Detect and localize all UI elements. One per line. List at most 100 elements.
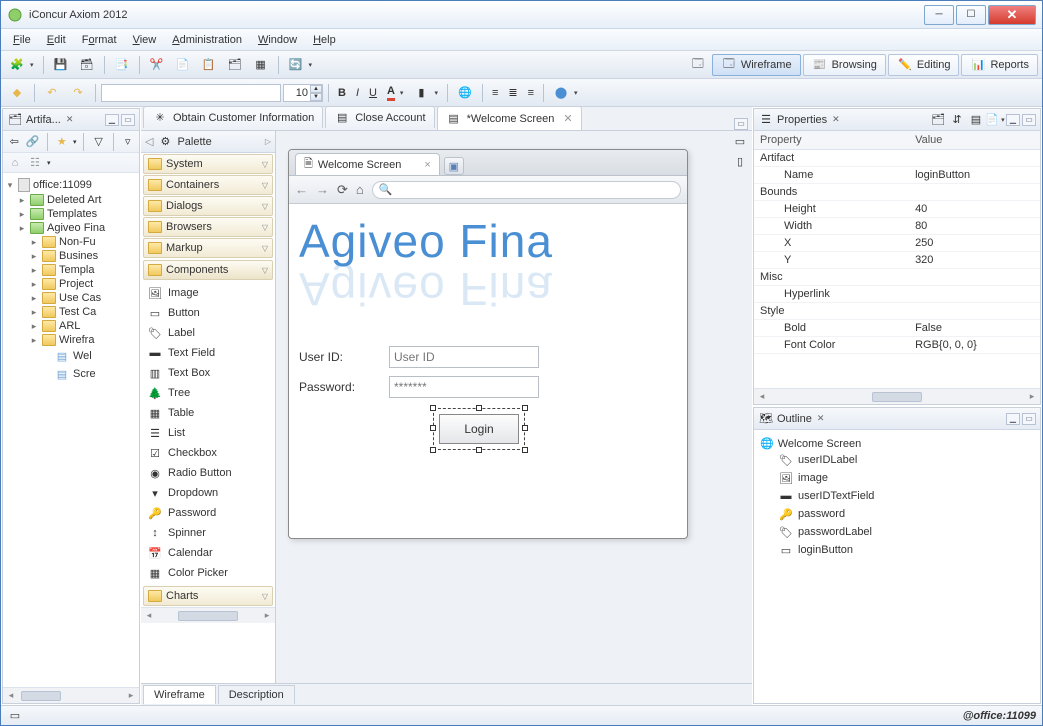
property-row[interactable]: Height40 [754, 201, 1040, 218]
bold-button[interactable]: B [334, 84, 350, 102]
menu-file[interactable]: File [5, 31, 39, 49]
menu-icon[interactable]: ▿ [121, 134, 135, 150]
tab-wireframe[interactable]: Wireframe [143, 685, 216, 704]
prop-tool-a[interactable]: 🗂 [930, 112, 946, 128]
palette-menu[interactable]: ▷ [265, 137, 271, 146]
underline-button[interactable]: U [365, 84, 381, 102]
cut-button[interactable]: ✂️ [145, 54, 169, 76]
nav-back-icon[interactable]: ← [295, 182, 308, 197]
palette-item[interactable]: ☑Checkbox [145, 443, 271, 463]
props-scrollbar[interactable]: ◂▸ [754, 388, 1040, 404]
undo-button[interactable]: ↶ [40, 82, 64, 104]
font-size-down[interactable]: ▼ [310, 93, 322, 101]
refresh-button[interactable]: 🔄 [284, 54, 317, 76]
palette-item[interactable]: ▾Dropdown [145, 483, 271, 503]
property-row[interactable]: NameloginButton [754, 167, 1040, 184]
outline-node[interactable]: 🏷userIDLabel [778, 451, 1034, 469]
align-right-button[interactable]: ≡ [524, 84, 538, 102]
palette-item[interactable]: 🏷Label [145, 323, 271, 343]
property-row[interactable]: Artifact [754, 150, 1040, 167]
prop-tool-d[interactable]: 📄 [987, 112, 1003, 128]
password-field[interactable] [389, 376, 539, 398]
palette-item[interactable]: ↕Spinner [145, 523, 271, 543]
property-row[interactable]: Bounds [754, 184, 1040, 201]
home-icon[interactable]: ⌂ [7, 155, 23, 171]
palette-cat-components[interactable]: Components▽ [143, 260, 273, 280]
tree-node[interactable]: ▸Busines [5, 249, 137, 263]
palette-cat[interactable]: Browsers▽ [143, 217, 273, 237]
font-color-button[interactable]: A [383, 82, 407, 104]
palette-item[interactable]: ▭Button [145, 303, 271, 323]
property-row[interactable]: Font ColorRGB{0, 0, 0} [754, 337, 1040, 354]
palette-item[interactable]: 🖼Image [145, 283, 271, 303]
palette-item[interactable]: ◉Radio Button [145, 463, 271, 483]
artifacts-close[interactable]: ✕ [66, 114, 74, 125]
artifact-tree[interactable]: ▾office:11099 ▸Deleted Art▸Templates▸Agi… [3, 173, 139, 687]
palette-cat[interactable]: Containers▽ [143, 175, 273, 195]
outline-node[interactable]: ▬userIDTextField [778, 487, 1034, 505]
menu-view[interactable]: View [125, 31, 165, 49]
canvas[interactable]: ▭ ▯ 🗎 Welcome Screen × ▣ ← → ⟳ ⌂ 🔍 Agive… [276, 131, 752, 683]
nav-home-icon[interactable]: ⌂ [356, 182, 364, 197]
maximize-button[interactable]: ☐ [956, 5, 986, 25]
paste-button[interactable]: 📋 [197, 54, 221, 76]
menu-edit[interactable]: Edit [39, 31, 74, 49]
outline-node[interactable]: ▭loginButton [778, 541, 1034, 559]
palette-cat[interactable]: System▽ [143, 154, 273, 174]
mode-editing[interactable]: ✏️Editing [888, 54, 960, 76]
mode-reports[interactable]: 📊Reports [961, 54, 1038, 76]
tree-node[interactable]: ▸Agiveo Fina [5, 221, 137, 235]
tab-description[interactable]: Description [218, 685, 295, 704]
mockup-tab-close[interactable]: × [424, 159, 430, 171]
tree-node[interactable]: ▤Scre [5, 365, 137, 383]
editor-min[interactable]: ▭ [734, 118, 748, 130]
menu-format[interactable]: Format [74, 31, 125, 49]
menu-window[interactable]: Window [250, 31, 305, 49]
property-row[interactable]: X250 [754, 235, 1040, 252]
property-row[interactable]: BoldFalse [754, 320, 1040, 337]
nav-back-icon[interactable]: ⇦ [7, 134, 21, 150]
tree-node[interactable]: ▸Test Ca [5, 305, 137, 319]
tree-node[interactable]: ▸Deleted Art [5, 193, 137, 207]
highlight-button[interactable]: ▮ [409, 82, 442, 104]
minimize-button[interactable]: ─ [924, 5, 954, 25]
palette-item[interactable]: ▦Table [145, 403, 271, 423]
grid-button[interactable]: ▦ [249, 54, 273, 76]
redo-button[interactable]: ↷ [66, 82, 90, 104]
tree-scrollbar[interactable]: ◂▸ [3, 687, 139, 703]
stack-button[interactable]: 🗂 [223, 54, 247, 76]
save-button[interactable]: 💾 [49, 54, 73, 76]
canvas-tool-a[interactable]: ▭ [732, 133, 748, 149]
link-button[interactable]: 🌐 [453, 82, 477, 104]
property-row[interactable]: Style [754, 303, 1040, 320]
prop-tool-b[interactable]: ⇵ [949, 112, 965, 128]
italic-button[interactable]: I [352, 84, 363, 102]
close-button[interactable]: ✕ [988, 5, 1036, 25]
menu-administration[interactable]: Administration [164, 31, 250, 49]
mode-wireframe[interactable]: 🗔Wireframe [712, 54, 801, 76]
nav-reload-icon[interactable]: ⟳ [337, 182, 348, 198]
tree-node[interactable]: ▤Wel [5, 347, 137, 365]
user-id-field[interactable] [389, 346, 539, 368]
palette-scrollbar[interactable]: ◂▸ [141, 607, 275, 623]
palette-item[interactable]: ▥Text Box [145, 363, 271, 383]
palette-item[interactable]: ▦Color Picker [145, 563, 271, 583]
canvas-tool-b[interactable]: ▯ [732, 153, 748, 169]
palette-item[interactable]: 🌲Tree [145, 383, 271, 403]
mockup-tab[interactable]: 🗎 Welcome Screen × [295, 153, 440, 175]
editor-tab[interactable]: ▤Close Account [325, 106, 434, 128]
properties-close[interactable]: ✕ [832, 114, 840, 125]
outline-node[interactable]: 🏷passwordLabel [778, 523, 1034, 541]
tree-icon[interactable]: ☷ [27, 155, 43, 171]
tree-node[interactable]: ▸Templates [5, 207, 137, 221]
outline-close[interactable]: ✕ [817, 413, 825, 424]
font-size-up[interactable]: ▲ [310, 85, 322, 93]
align-center-button[interactable]: ≣ [504, 83, 521, 102]
mockup-add-tab[interactable]: ▣ [444, 157, 464, 175]
wizard-button[interactable]: 📑 [110, 54, 134, 76]
palette-item[interactable]: 📅Calendar [145, 543, 271, 563]
property-row[interactable]: Hyperlink [754, 286, 1040, 303]
property-row[interactable]: Y320 [754, 252, 1040, 269]
palette-item[interactable]: ☰List [145, 423, 271, 443]
align-left-button[interactable]: ≡ [488, 84, 502, 102]
